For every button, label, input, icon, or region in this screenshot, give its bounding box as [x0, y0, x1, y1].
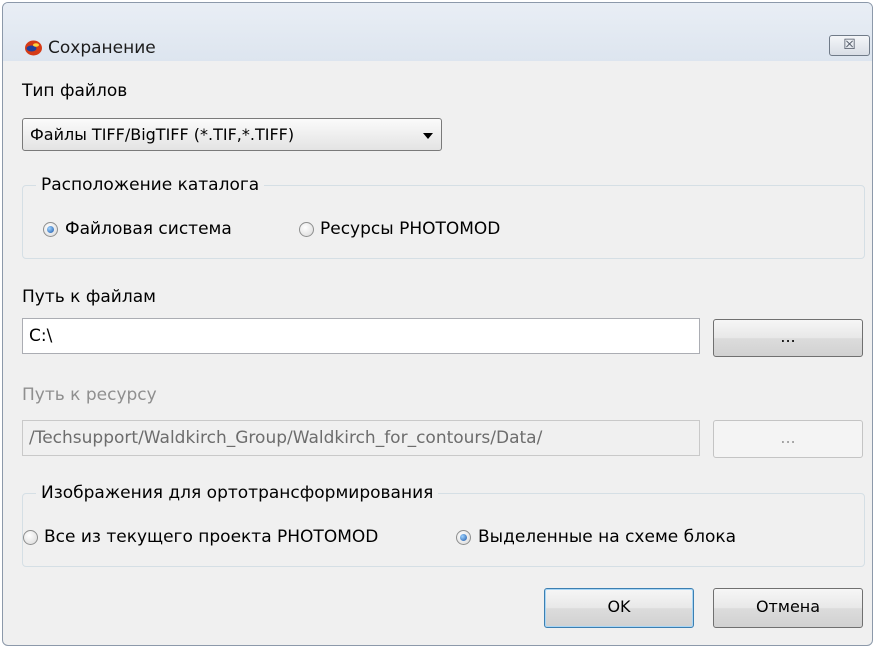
ortho-images-caption: Изображения для ортотрансформирования: [36, 483, 439, 503]
close-icon: ☒: [843, 37, 856, 53]
close-button[interactable]: ☒: [829, 35, 870, 56]
radio-file-system-label: Файловая система: [65, 219, 232, 239]
file-type-selected-value: Файлы TIFF/BigTIFF (*.TIF,*.TIFF): [30, 125, 295, 144]
radio-photomod-resources-label: Ресурсы PHOTOMOD: [320, 219, 501, 239]
radio-photomod-resources[interactable]: [299, 222, 314, 237]
photomod-app-icon: [25, 40, 42, 56]
catalog-location-caption: Расположение каталога: [36, 175, 265, 195]
resource-path-browse-button[interactable]: ...: [713, 420, 863, 458]
radio-all-current-project[interactable]: [23, 530, 38, 545]
radio-selected-on-block-scheme-label: Выделенные на схеме блока: [478, 527, 737, 547]
chevron-down-icon: [423, 133, 433, 139]
file-type-dropdown[interactable]: Файлы TIFF/BigTIFF (*.TIF,*.TIFF): [22, 118, 442, 151]
radio-all-current-project-label: Все из текущего проекта PHOTOMOD: [44, 527, 379, 547]
radio-file-system[interactable]: [43, 222, 58, 237]
title-bar: Сохранение ☒: [3, 3, 872, 61]
file-path-label: Путь к файлам: [22, 287, 156, 307]
resource-path-label: Путь к ресурсу: [22, 385, 157, 405]
file-path-browse-button[interactable]: ...: [713, 319, 863, 357]
file-path-input[interactable]: C:\: [22, 318, 700, 354]
cancel-button[interactable]: Отмена: [713, 588, 863, 628]
ok-button[interactable]: OK: [544, 588, 694, 628]
dialog-title: Сохранение: [48, 38, 156, 58]
radio-selected-on-block-scheme[interactable]: [456, 530, 471, 545]
save-dialog: Сохранение ☒ Тип файлов Файлы TIFF/BigTI…: [2, 2, 873, 646]
file-type-label: Тип файлов: [22, 81, 128, 101]
resource-path-input[interactable]: /Techsupport/Waldkirch_Group/Waldkirch_f…: [22, 420, 700, 456]
